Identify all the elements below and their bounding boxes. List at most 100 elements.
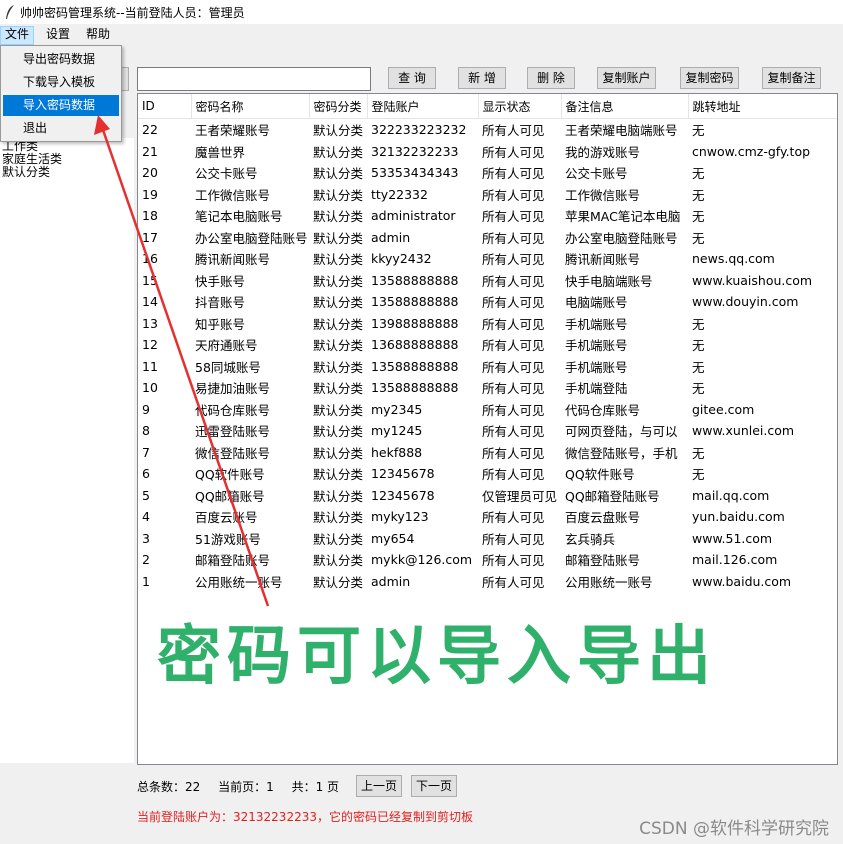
table-cell: 玄兵骑兵 [565,531,616,547]
copy-account-button[interactable]: 复制账户 [597,67,656,89]
table-cell: www.xunlei.com [692,423,795,439]
delete-button[interactable]: 删 除 [527,67,575,89]
table-cell: 王者荣耀电脑端账号 [565,123,678,139]
column-header[interactable]: 密码名称 [191,94,310,119]
table-row[interactable]: 1 公用账统一账号 默认分类 admin 所有人可见 公用账统一账号 www.baidu.c… [138,571,837,593]
table-cell: 默认分类 [313,488,364,504]
table-cell: 快手账号 [195,273,246,289]
table-cell: 所有人可见 [482,445,545,461]
table-row[interactable]: 20 公交卡账号 默认分类 53353434343 所有人可见 公交卡账号 无 [138,162,837,184]
table-cell: 10 [142,380,158,396]
table-cell: 默认分类 [313,381,364,397]
menu-file[interactable]: 文件 [0,26,35,45]
table-cell: 无 [692,445,705,461]
table-row[interactable]: 16 腾讯新闻账号 默认分类 kkyy2432 所有人可见 腾讯新闻账号 news.qq.c… [138,248,837,270]
table-cell: 所有人可见 [482,273,545,289]
table-row[interactable]: 8 迅雷登陆账号 默认分类 my1245 所有人可见 可网页登陆，与可以 www.xunle… [138,420,837,442]
column-header[interactable]: 显示状态 [478,94,562,119]
table-cell: 所有人可见 [482,424,545,440]
table-row[interactable]: 2 邮箱登陆账号 默认分类 mykk@126.com 所有人可见 邮箱登陆账号 mail.1… [138,549,837,571]
menu-item-import[interactable]: 导入密码数据 [3,95,119,116]
table-row[interactable]: 4 百度云账号 默认分类 myky123 所有人可见 百度云盘账号 yun.baidu.co… [138,506,837,528]
table-cell: www.kuaishou.com [692,272,813,288]
table-row[interactable]: 21 魔兽世界 默认分类 32132232233 所有人可见 我的游戏账号 cnwow.cm… [138,141,837,163]
table-row[interactable]: 5 QQ邮箱账号 默认分类 12345678 仅管理员可见 QQ邮箱登陆账号 mail.qq… [138,485,837,507]
table-cell: QQ邮箱登陆账号 [565,488,660,504]
table-cell: 6 [142,466,150,482]
table-cell: 公交卡账号 [195,166,258,182]
table-cell: 默认分类 [313,230,364,246]
table-cell: mykk@126.com [371,552,473,568]
menu-item-download-template[interactable]: 下载导入模板 [3,72,119,93]
table-cell: 工作微信账号 [565,187,641,203]
menu-settings[interactable]: 设置 [42,26,74,43]
table-cell: 手机端账号 [565,338,628,354]
search-input[interactable] [137,67,371,91]
table-cell: 13688888888 [371,337,459,353]
prev-page-button[interactable]: 上一页 [356,775,403,797]
query-button[interactable]: 查 询 [388,67,436,89]
table-row[interactable]: 6 QQ软件账号 默认分类 12345678 所有人可见 QQ软件账号 无 [138,463,837,485]
table-cell: 无 [692,467,705,483]
table-cell: 无 [692,187,705,203]
table-cell: 14 [142,294,158,310]
table-row[interactable]: 3 51游戏账号 默认分类 my654 所有人可见 玄兵骑兵 www.51.com [138,528,837,550]
table-cell: 手机端登陆 [565,381,628,397]
table-row[interactable]: 11 58同城账号 默认分类 13588888888 所有人可见 手机端账号 无 [138,356,837,378]
table-cell: 邮箱登陆账号 [195,553,271,569]
table-cell: 8 [142,423,150,439]
table-row[interactable]: 14 抖音账号 默认分类 13588888888 所有人可见 电脑端账号 www.douyi… [138,291,837,313]
column-header[interactable]: 跳转地址 [688,94,837,119]
window-title: 帅帅密码管理系统--当前登陆人员：管理员 [20,6,245,20]
menu-item-exit[interactable]: 退出 [3,118,119,139]
table-cell: 腾讯新闻账号 [195,252,271,268]
table-cell: 所有人可见 [482,123,545,139]
pagination-info: 总条数：22 当前页：1 共：1 页 [137,775,339,799]
table-cell: 腾讯新闻账号 [565,252,641,268]
table-row[interactable]: 9 代码仓库账号 默认分类 my2345 所有人可见 代码仓库账号 gitee.com [138,399,837,421]
table-cell: 默认分类 [313,252,364,268]
table-cell: 无 [692,123,705,139]
table-cell: 所有人可见 [482,467,545,483]
table-cell: QQ邮箱账号 [195,488,265,504]
table-cell: 默认分类 [313,467,364,483]
table-row[interactable]: 13 知乎账号 默认分类 13988888888 所有人可见 手机端账号 无 [138,313,837,335]
table-cell: 13588888888 [371,380,459,396]
table-cell: 13988888888 [371,315,459,331]
column-header[interactable]: ID [138,94,192,119]
copy-note-button[interactable]: 复制备注 [762,67,821,89]
table-cell: 易捷加油账号 [195,381,271,397]
table-cell: 默认分类 [313,295,364,311]
table-row[interactable]: 19 工作微信账号 默认分类 tty22332 所有人可见 工作微信账号 无 [138,184,837,206]
add-button[interactable]: 新 增 [458,67,506,89]
table-cell: 无 [692,359,705,375]
table-cell: admin [371,229,411,245]
table-cell: 所有人可见 [482,187,545,203]
column-header[interactable]: 密码分类 [309,94,368,119]
category-item[interactable]: 默认分类 [2,166,50,179]
table-cell: 所有人可见 [482,209,545,225]
table-cell: 王者荣耀账号 [195,123,271,139]
copy-password-button[interactable]: 复制密码 [680,67,739,89]
column-header[interactable]: 备注信息 [561,94,689,119]
table-cell: 笔记本电脑账号 [195,209,283,225]
table-row[interactable]: 10 易捷加油账号 默认分类 13588888888 所有人可见 手机端登陆 无 [138,377,837,399]
table-row[interactable]: 17 办公室电脑登陆账号 默认分类 admin 所有人可见 办公室电脑登陆账号无 [138,227,837,249]
column-header[interactable]: 登陆账户 [367,94,479,119]
table-cell: 所有人可见 [482,144,545,160]
menu-help[interactable]: 帮助 [82,26,114,43]
table-cell: 默认分类 [313,316,364,332]
table-row[interactable]: 18 笔记本电脑账号 默认分类 administrator 所有人可见 苹果MAC笔记本电… [138,205,837,227]
table-cell: 抖音账号 [195,295,246,311]
table-cell: 所有人可见 [482,381,545,397]
next-page-button[interactable]: 下一页 [411,775,458,797]
table-cell: 32132232233 [371,143,459,159]
table-cell: 手机端账号 [565,359,628,375]
menu-item-export[interactable]: 导出密码数据 [3,49,119,70]
table-row[interactable]: 7 微信登陆账号 默认分类 hekf888 所有人可见 微信登陆账号，手机无 [138,442,837,464]
table-row[interactable]: 15 快手账号 默认分类 13588888888 所有人可见 快手电脑端账号 www.kua… [138,270,837,292]
table-cell: 13 [142,315,158,331]
table-cell: 默认分类 [313,553,364,569]
table-row[interactable]: 12 天府通账号 默认分类 13688888888 所有人可见 手机端账号 无 [138,334,837,356]
table-row[interactable]: 22 王者荣耀账号 默认分类 322233223232 所有人可见 王者荣耀电脑端账号无 [138,119,837,141]
